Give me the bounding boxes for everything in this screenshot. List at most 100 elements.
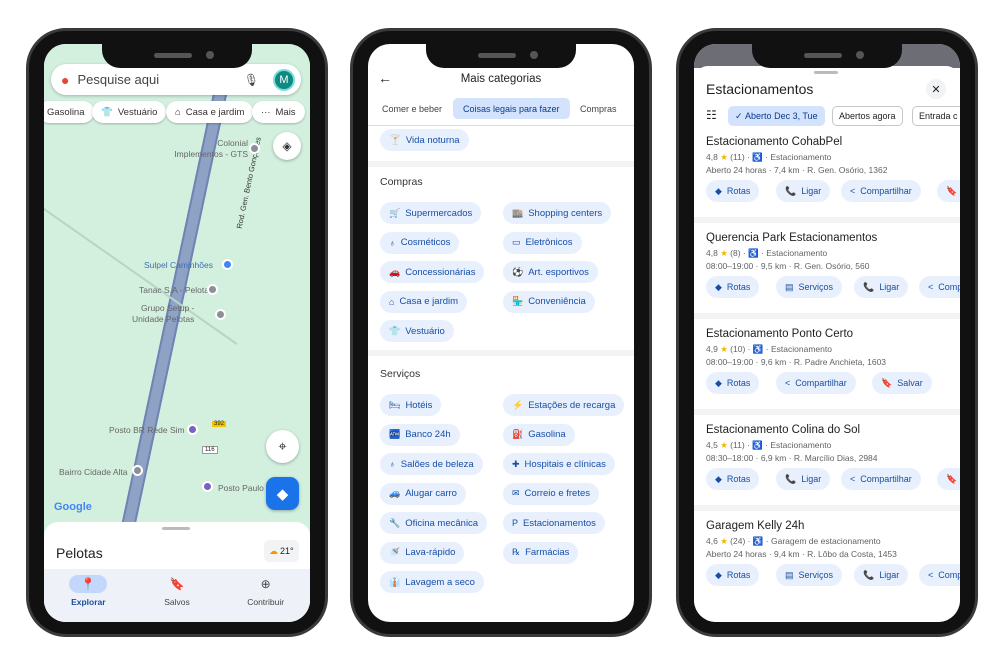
poi-sulpel[interactable]: Sulpel Caminhões [144, 260, 213, 271]
category-chip[interactable]: 🏧 Banco 24h [380, 423, 460, 446]
category-chip[interactable]: 🏪 Conveniência [503, 290, 595, 313]
category-label: Lavagem a seco [405, 576, 475, 588]
poi-posto-paulo[interactable]: Posto Paulo [218, 483, 264, 494]
category-chip[interactable]: 🚙 Alugar carro [380, 482, 466, 505]
category-chip[interactable]: 👕 Vestuário [380, 320, 454, 342]
ligar-icon: 📞 [785, 473, 797, 484]
microphone-icon[interactable]: 🎙 [244, 73, 259, 87]
action-rotas[interactable]: ◆ Rotas [706, 180, 760, 202]
category-chip[interactable]: ⌂ Casa e jardim [380, 290, 468, 313]
result-name[interactable]: Estacionamento CohabPel [706, 136, 842, 148]
filter-open-date[interactable]: ✓ Aberto Dec 3, Tue [728, 106, 825, 126]
rotas-icon: ◆ [715, 569, 722, 580]
category-chip[interactable]: 🛒 Supermercados [380, 202, 482, 224]
drag-handle[interactable] [162, 527, 190, 530]
action-serviços[interactable]: ▤ Serviços [776, 276, 843, 298]
search-bar[interactable]: ● Pesquise aqui 🎙 M [51, 64, 301, 95]
action-ligar[interactable]: 📞 Ligar [854, 564, 909, 586]
category-chip[interactable]: P Estacionamentos [503, 512, 605, 534]
category-chip[interactable]: ℞ Farmácias [503, 541, 579, 564]
poi-bairro[interactable]: Bairro Cidade Alta [59, 467, 128, 478]
category-chip[interactable]: 🛏 Hotéis [380, 394, 442, 416]
action-compartilhar[interactable]: < Compartilhar [841, 468, 921, 490]
filter-abertos-agora[interactable]: Abertos agora [832, 106, 903, 126]
category-chip[interactable]: ♁ Salões de beleza [380, 453, 483, 475]
action-label: Rotas [726, 570, 751, 580]
layers-icon: ◈ [282, 139, 292, 153]
result-name[interactable]: Estacionamento Colina do Sol [706, 424, 860, 436]
bookmark-icon: 🔖 [169, 577, 185, 591]
action-label: Compartilhar [860, 186, 912, 196]
nav-contribuir[interactable]: ⊕ Contribuir [231, 575, 301, 622]
avatar[interactable]: M [273, 68, 295, 91]
action-label: Rotas [726, 282, 751, 292]
action-rotas[interactable]: ◆ Rotas [706, 564, 760, 586]
action-ligar[interactable]: 📞 Ligar [854, 276, 909, 298]
drag-handle[interactable] [814, 71, 838, 74]
chip-mais[interactable]: ··· Mais [252, 101, 305, 123]
action-rotas[interactable]: ◆ Rotas [706, 372, 760, 394]
action-rotas[interactable]: ◆ Rotas [706, 468, 760, 490]
nav-explorar[interactable]: 📍 Explorar [53, 575, 123, 622]
category-label: Salões de beleza [400, 458, 474, 470]
result-name[interactable]: Estacionamento Ponto Certo [706, 328, 853, 340]
tab-comer-beber[interactable]: Comer e beber [382, 104, 442, 114]
tab-compras[interactable]: Compras [580, 104, 617, 114]
review-count: (11) [730, 152, 745, 162]
result-name[interactable]: Querencia Park Estacionamentos [706, 232, 877, 244]
tab-coisas-legais[interactable]: Coisas legais para fazer [453, 98, 570, 119]
rating-value: 4,5 [706, 440, 718, 450]
result-divider [694, 313, 960, 319]
action-compartilhar[interactable]: < Compartilhar [919, 276, 960, 298]
nav-salvos[interactable]: 🔖 Salvos [142, 575, 212, 622]
category-chip[interactable]: 👔 Lavagem a seco [380, 571, 484, 593]
filter-sliders-icon[interactable]: ☷ [706, 108, 717, 122]
review-count: (10) [730, 344, 746, 354]
category-chip[interactable]: ⛽ Gasolina [503, 423, 575, 446]
action-ligar[interactable]: 📞 Ligar [776, 180, 831, 202]
poi-colonial[interactable]: Colonial Implementos - GTS [174, 138, 248, 160]
poi-setup[interactable]: Grupo Setup - Unidade Pelotas [132, 303, 194, 325]
category-chip[interactable]: 🚿 Lava-rápido [380, 541, 465, 564]
my-location-button[interactable]: ⌖ [266, 430, 299, 463]
layers-button[interactable]: ◈ [273, 132, 301, 160]
category-chip[interactable]: ✚ Hospitais e clínicas [503, 453, 615, 475]
action-rotas[interactable]: ◆ Rotas [706, 276, 760, 298]
action-salvar[interactable]: 🔖Salvar [937, 180, 960, 202]
action-compartilhar[interactable]: < Compartilhar [841, 180, 921, 202]
bottom-sheet[interactable]: Pelotas ☁ 21° 📍 Explorar 🔖 Salvos ⊕ Contribu… [44, 522, 310, 622]
compartilhar-icon: < [850, 474, 856, 484]
result-rating: 4,5 ★ (11) · ♿ · Estacionamento [706, 440, 831, 451]
action-ligar[interactable]: 📞 Ligar [776, 468, 831, 490]
category-chip[interactable]: 🔧 Oficina mecânica [380, 512, 488, 534]
action-salvar[interactable]: 🔖Salvar [872, 372, 932, 394]
result-details: 08:30–18:00 · 6,9 km · R. Marcílio Dias,… [706, 453, 878, 463]
category-chip[interactable]: 🏬 Shopping centers [503, 202, 612, 224]
poi-posto-br[interactable]: Posto BR Rede Sim [109, 425, 185, 436]
place-title: Pelotas [56, 545, 103, 561]
chip-vida-noturna[interactable]: 🍸 Vida noturna [380, 129, 469, 151]
category-chip[interactable]: ✉ Correio e fretes [503, 482, 600, 505]
category-label: Conveniência [528, 296, 586, 307]
filter-entrada[interactable]: Entrada c [912, 106, 960, 126]
action-compartilhar[interactable]: < Compartilhar [919, 564, 960, 586]
chip-casa-jardim[interactable]: ⌂ Casa e jardim [166, 101, 254, 123]
search-input[interactable]: Pesquise aqui [77, 72, 243, 87]
action-serviços[interactable]: ▤ Serviços [776, 564, 843, 586]
action-compartilhar[interactable]: < Compartilhar [776, 372, 856, 394]
close-button[interactable]: ✕ [926, 79, 946, 99]
directions-button[interactable]: ◆ [266, 477, 299, 510]
category-chip[interactable]: ▭ Eletrônicos [503, 231, 582, 254]
action-label: Compartilhar [938, 282, 960, 292]
poi-tanac[interactable]: Tanac S.A - Pelotas [139, 285, 213, 296]
chip-vestuario[interactable]: 👕 Vestuário [92, 101, 167, 123]
result-name[interactable]: Garagem Kelly 24h [706, 520, 804, 532]
category-chip[interactable]: ⚽ Art. esportivos [503, 261, 598, 283]
star-icon: ★ [717, 536, 731, 546]
action-salvar[interactable]: 🔖Salvar [937, 468, 960, 490]
category-chip[interactable]: 🚗 Concessionárias [380, 261, 485, 283]
chip-gasolina[interactable]: Gasolina [44, 101, 94, 123]
weather-badge[interactable]: ☁ 21° [264, 540, 299, 562]
category-chip[interactable]: ♁ Cosméticos [380, 231, 460, 254]
category-chip[interactable]: ⚡ Estações de recarga [503, 394, 625, 416]
